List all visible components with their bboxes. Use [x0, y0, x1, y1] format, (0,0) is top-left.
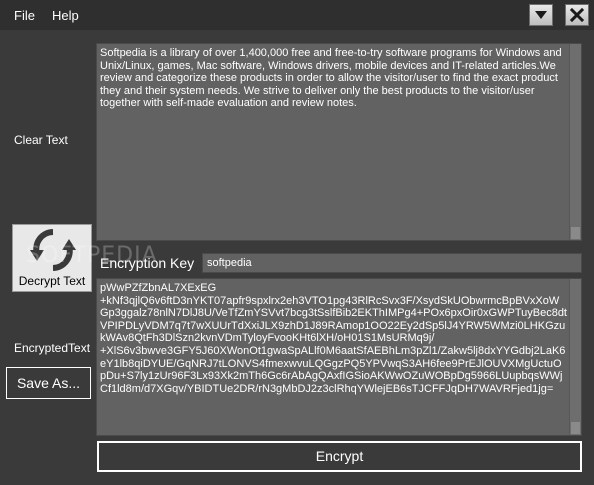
encrypted-text-content: pWwPZfZbnAL7XExEG +kNf3qjlQ6v6ftD3nYKT07… — [100, 282, 567, 395]
decrypt-text-button[interactable]: Decrypt Text — [12, 224, 92, 292]
menu-bar: File Help — [0, 0, 594, 30]
clear-text-content: Softpedia is a library of over 1,400,000… — [100, 47, 565, 110]
menu-help[interactable]: Help — [52, 8, 79, 23]
encryption-key-input[interactable] — [202, 253, 582, 273]
encrypt-button[interactable]: Encrypt — [97, 441, 582, 472]
clear-text-input[interactable]: Softpedia is a library of over 1,400,000… — [96, 43, 582, 241]
decrypt-button-label: Decrypt Text — [18, 274, 86, 288]
minimize-button[interactable] — [529, 4, 553, 26]
refresh-arrows-icon — [30, 229, 76, 271]
save-as-button[interactable]: Save As... — [6, 367, 91, 399]
close-icon — [570, 8, 584, 22]
encrypted-text-scrollbar[interactable] — [569, 279, 581, 435]
clear-text-label: Clear Text — [14, 133, 68, 147]
encrypted-text-label: EncryptedText — [14, 341, 91, 355]
chevron-down-icon — [535, 11, 547, 19]
menu-file[interactable]: File — [14, 8, 35, 23]
clear-text-scrollbar[interactable] — [569, 44, 581, 240]
close-button[interactable] — [565, 4, 589, 26]
encrypted-text-output[interactable]: pWwPZfZbnAL7XExEG +kNf3qjlQ6v6ftD3nYKT07… — [96, 278, 582, 436]
encryption-key-label: Encryption Key — [100, 255, 195, 271]
